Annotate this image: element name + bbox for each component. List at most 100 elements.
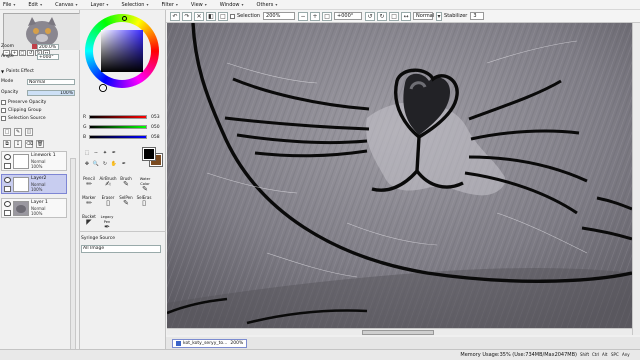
selpen-icon: ✎ (123, 199, 129, 207)
tool-brush[interactable]: Brush ✎ (117, 176, 135, 190)
menu-view[interactable]: View ▾ (191, 2, 207, 8)
rotate-ccw-button[interactable]: ↺ (365, 11, 376, 21)
new-linework-layer-icon[interactable]: ✎ (14, 128, 22, 136)
menu-layer[interactable]: Layer ▾ (90, 2, 108, 8)
hand-tool-icon[interactable]: ✋ (110, 161, 118, 169)
rotate-tool-icon[interactable]: ↻ (101, 161, 109, 169)
tool-marker[interactable]: Marker ✏ (80, 195, 98, 209)
preserve-opacity-label: Preserve Opacity (8, 100, 47, 105)
clear-selection-icon[interactable]: □ (218, 11, 228, 21)
new-folder-icon[interactable]: ◫ (25, 128, 33, 136)
opacity-slider[interactable]: 100% (27, 89, 75, 96)
tool-pencil[interactable]: Pencil ✏ (80, 176, 98, 190)
lasso-tool-icon[interactable]: ∽ (92, 150, 100, 158)
layer-item[interactable]: Layer 1 Normal 100% (1, 198, 67, 218)
menu-filter[interactable]: Filter ▾ (162, 2, 178, 8)
navigator-angle-row: Angle +000° (1, 53, 79, 60)
tool-watercolor[interactable]: Water Color ✎ (135, 176, 155, 193)
opacity-label: Opacity (1, 90, 19, 95)
tool-seleraser[interactable]: SelEras ▯ (135, 195, 153, 209)
document-tab[interactable]: kot_koty_seryy_to... 200% (172, 339, 248, 348)
tool-legacy-pen[interactable]: Legacy Pen ✒ (97, 214, 117, 231)
green-slider-row: G 050 (83, 124, 163, 130)
menu-selection[interactable]: Selection ▾ (121, 2, 148, 8)
angle-select[interactable]: +000° (334, 12, 363, 20)
delete-layer-icon[interactable]: 🗑 (36, 140, 44, 148)
opacity-row: Opacity 100% (1, 89, 79, 96)
primary-color-swatch[interactable] (142, 147, 156, 161)
selection-source-label: Selection Source (8, 116, 46, 121)
visibility-eye-icon[interactable] (4, 154, 11, 160)
layer-lock-icon[interactable] (4, 186, 11, 192)
merge-down-icon[interactable]: ↧ (14, 140, 22, 148)
horizontal-scroll-thumb[interactable] (362, 330, 434, 335)
visibility-eye-icon[interactable] (4, 177, 11, 183)
layer-thumbnail (13, 154, 29, 169)
syringe-source-select[interactable]: All Image (81, 245, 161, 253)
invert-selection-icon[interactable]: ◧ (206, 11, 216, 21)
clear-layer-icon[interactable]: ⌫ (25, 140, 33, 148)
deselect-icon[interactable]: ✕ (194, 11, 204, 21)
red-value[interactable]: 053 (151, 115, 160, 120)
document-tab-zoom: 200% (230, 341, 244, 346)
layer-item[interactable]: Linework 1 Normal 100% (1, 151, 67, 171)
layer-lock-icon[interactable] (4, 210, 11, 216)
undo-icon[interactable]: ↶ (170, 11, 180, 21)
zoom-reset-button[interactable]: □ (322, 11, 333, 21)
magic-wand-icon[interactable]: ✦ (101, 150, 109, 158)
view-mode-select[interactable]: Normal (413, 12, 434, 20)
mode-dropdown-icon[interactable]: ▾ (436, 11, 443, 21)
menu-bar: File ▾ Edit ▾ Canvas ▾ Layer ▾ Selection ▾ Fi… (0, 0, 640, 10)
clipping-group-row[interactable]: Clipping Group (1, 107, 79, 114)
blue-value[interactable]: 058 (151, 135, 160, 140)
green-value[interactable]: 050 (151, 125, 160, 130)
preserve-opacity-row[interactable]: Preserve Opacity (1, 99, 79, 106)
blue-slider[interactable] (89, 135, 147, 139)
tool-eraser[interactable]: Eraser ▯ (99, 195, 117, 209)
eyedropper-tool-icon[interactable]: ✒ (110, 150, 118, 158)
rotate-cw-button[interactable]: ↻ (377, 11, 388, 21)
paint-effect-header[interactable]: ▼ Paints Effect (1, 68, 79, 75)
hue-cursor (122, 16, 127, 21)
flip-horizontal-button[interactable]: ↔ (401, 11, 412, 21)
menu-window[interactable]: Window ▾ (220, 2, 244, 8)
preserve-opacity-checkbox[interactable] (1, 100, 6, 105)
canvas-vertical-scrollbar[interactable] (632, 23, 640, 335)
selection-source-checkbox[interactable] (1, 116, 6, 121)
zoom-out-button[interactable]: − (298, 11, 309, 21)
zoom-select[interactable]: 200% (263, 12, 296, 20)
selection-tool-icon[interactable]: ⬚ (83, 150, 91, 158)
clipping-group-checkbox[interactable] (1, 108, 6, 113)
stabilizer-select[interactable]: 3 (470, 12, 485, 20)
red-slider[interactable] (89, 115, 147, 119)
menu-canvas[interactable]: Canvas ▾ (55, 2, 77, 8)
blend-mode-select[interactable]: Normal (27, 78, 75, 85)
copy-layer-icon[interactable]: ⧉ (3, 140, 11, 148)
visibility-eye-icon[interactable] (4, 201, 11, 207)
navigator-angle-field[interactable]: +000° (37, 53, 59, 60)
layer-lock-icon[interactable] (4, 163, 11, 169)
drawing-canvas[interactable] (167, 23, 632, 328)
layer-list-scrollbar[interactable] (70, 158, 76, 358)
bucket-icon: ◤ (86, 218, 92, 226)
green-slider[interactable] (89, 125, 147, 129)
selection-source-row[interactable]: Selection Source (1, 115, 79, 122)
menu-file[interactable]: File ▾ (3, 2, 15, 8)
zoom-tool-icon[interactable]: 🔍 (92, 161, 100, 169)
redo-icon[interactable]: ↷ (182, 11, 192, 21)
new-layer-icon[interactable]: □ (3, 128, 11, 136)
saturation-value-square[interactable] (101, 30, 143, 72)
tool-airbrush[interactable]: AirBrush ✍ (99, 176, 117, 190)
selection-visible-checkbox[interactable] (230, 13, 235, 19)
zoom-in-button[interactable]: + (310, 11, 321, 21)
menu-edit[interactable]: Edit ▾ (28, 2, 42, 8)
syringe-tool-icon[interactable]: ✒ (120, 161, 128, 169)
canvas-horizontal-scrollbar[interactable] (167, 328, 632, 335)
menu-others[interactable]: Others ▾ (257, 2, 278, 8)
layer-item[interactable]: Layer2 Normal 100% (1, 174, 67, 194)
rotate-reset-button[interactable]: □ (389, 11, 400, 21)
tool-selpen[interactable]: SelPen ✎ (117, 195, 135, 209)
tool-bucket[interactable]: Bucket ◤ (80, 214, 98, 228)
move-tool-icon[interactable]: ✥ (83, 161, 91, 169)
navigator-zoom-field[interactable]: 200.0% (37, 43, 59, 50)
